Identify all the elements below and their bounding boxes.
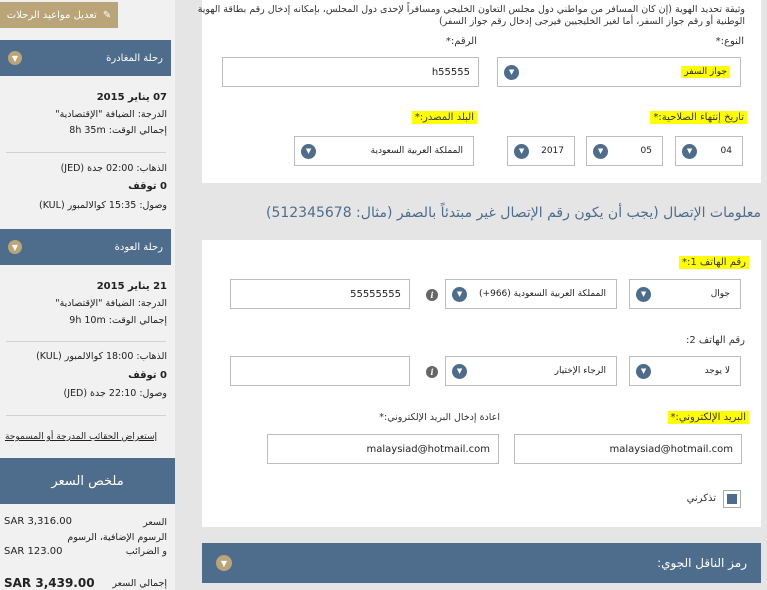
fees-label-cont: و الضرائب [125, 546, 167, 557]
return-header-label: رحلة العودة [114, 241, 163, 253]
edit-flights-label: تعديل مواعيد الرحلات [6, 9, 97, 21]
divider [6, 341, 166, 342]
departure-header-label: رحلة المغادرة [106, 52, 163, 64]
email-label-text: البريد الإلكتروني:* [667, 411, 749, 424]
fare-label: السعر [143, 517, 167, 528]
return-total-time: إجمالي الوقت: 9h 10m [69, 315, 167, 326]
return-arrival: وصول: 22:10 جدة (JED) [63, 388, 167, 399]
document-number-value: h55555 [431, 66, 470, 78]
phone2-label: رقم الهاتف 2: [686, 335, 745, 346]
return-stops: 0 توقف [128, 370, 167, 381]
chevron-down-icon: ▼ [682, 143, 697, 159]
pencil-icon: ✎ [102, 9, 112, 21]
expiry-month-select[interactable]: 05 ▼ [586, 136, 663, 166]
phone2-type-value: لا يوجد [704, 366, 730, 376]
chevron-down-icon: ▼ [216, 555, 232, 571]
phone2-type-select[interactable]: لا يوجد ▼ [629, 356, 741, 386]
fare-value: SAR 3,316.00 [4, 516, 73, 527]
info-icon[interactable]: i [426, 366, 438, 378]
flight-summary-sidebar: ✎ تعديل مواعيد الرحلات ▼ رحلة المغادرة 0… [0, 0, 175, 590]
document-type-value: جواز السفر [519, 66, 734, 78]
phone1-number-input[interactable]: 55555555 [230, 279, 410, 309]
expiry-date-label: تاريخ إنتهاء الصلاحية:* [650, 111, 747, 124]
chevron-down-icon: ▼ [504, 64, 519, 80]
chevron-down-icon: ▼ [593, 143, 608, 159]
phone2-country-value: الرجاء الإختيار [554, 366, 606, 376]
return-class: الدرجة: الضيافة "الإقتصادية" [55, 298, 167, 309]
expiry-month-value: 05 [640, 146, 652, 156]
phone1-country-value: المملكة العربية السعودية (966+) [479, 289, 606, 299]
remember-me-label: تذكرني [686, 493, 716, 504]
document-type-value-text: جواز السفر [681, 66, 730, 78]
email-label: البريد الإلكتروني:* [667, 411, 749, 424]
issuing-country-value: المملكة العربية السعودية [370, 146, 463, 156]
departure-arrival: وصول: 15:35 كوالالمبور (KUL) [38, 200, 167, 211]
phone1-type-select[interactable]: جوال ▼ [629, 279, 741, 309]
document-type-select[interactable]: جواز السفر ▼ [497, 57, 741, 87]
document-type-label: النوع:* [715, 36, 744, 47]
email-confirm-value: malaysiad@hotmail.com [366, 443, 491, 455]
expiry-day-select[interactable]: 04 ▼ [675, 136, 743, 166]
issuing-country-label: البلد المصدر:* [411, 111, 477, 124]
departure-header[interactable]: ▼ رحلة المغادرة [0, 40, 171, 76]
phone1-label: رقم الهاتف 1:* [679, 256, 749, 269]
divider [6, 415, 166, 416]
departure-class: الدرجة: الضيافة "الإقتصادية" [55, 109, 167, 120]
issuing-country-select[interactable]: المملكة العربية السعودية ▼ [294, 136, 474, 166]
edit-flights-button[interactable]: ✎ تعديل مواعيد الرحلات [0, 2, 118, 28]
return-header[interactable]: ▼ رحلة العودة [0, 229, 171, 265]
return-date: 21 يناير 2015 [96, 281, 167, 292]
total-price-label: إجمالي السعر [112, 578, 167, 589]
chevron-down-icon: ▼ [8, 51, 22, 65]
email-value: malaysiad@hotmail.com [609, 443, 734, 455]
phone2-number-input[interactable] [230, 356, 410, 386]
chevron-down-icon: ▼ [514, 143, 529, 159]
email-confirm-label: اعادة إدخال البريد الإلكتروني:* [379, 412, 500, 423]
chevron-down-icon: ▼ [452, 363, 467, 379]
checkbox-fill [727, 494, 737, 504]
phone1-country-select[interactable]: المملكة العربية السعودية (966+) ▼ [445, 279, 617, 309]
expiry-year-value: 2017 [541, 146, 564, 156]
expiry-year-select[interactable]: 2017 ▼ [507, 136, 575, 166]
departure-date: 07 يناير 2015 [96, 92, 167, 103]
contact-section-title: معلومات الإتصال (يجب أن يكون رقم الإتصال… [265, 205, 761, 221]
email-confirm-input[interactable]: malaysiad@hotmail.com [267, 434, 499, 464]
carrier-code-title: رمز الناقل الجوي: [657, 556, 747, 570]
phone2-country-select[interactable]: الرجاء الإختيار ▼ [445, 356, 617, 386]
issuing-country-label-text: البلد المصدر:* [411, 111, 477, 124]
return-leg: الذهاب: 18:00 كوالالمبور (KUL) [36, 351, 167, 362]
phone1-number-value: 55555555 [350, 288, 401, 300]
fees-value: SAR 123.00 [4, 546, 63, 557]
phone1-type-value: جوال [710, 289, 730, 299]
remember-me-checkbox[interactable] [723, 490, 741, 508]
total-price-value: SAR 3,439.00 [4, 576, 95, 590]
chevron-down-icon: ▼ [636, 286, 651, 302]
departure-leg: الذهاب: 02:00 جدة (JED) [60, 163, 167, 174]
document-number-label: الرقم:* [445, 36, 477, 47]
divider [6, 152, 166, 153]
identity-note-line2: الوطنية أو رقم جواز السفر، أما لغير الخل… [438, 16, 745, 27]
price-summary-header: ملخص السعر [0, 458, 175, 504]
departure-total-time: إجمالي الوقت: 8h 35m [69, 125, 167, 136]
chevron-down-icon: ▼ [8, 240, 22, 254]
document-number-input[interactable]: h55555 [222, 57, 479, 87]
fees-label: الرسوم الإضافية، الرسوم [67, 532, 167, 543]
carrier-code-section-header[interactable]: رمز الناقل الجوي: ▼ [202, 543, 761, 583]
identity-note-line1: وثيقة تحديد الهوية (إن كان المسافر من مو… [197, 4, 745, 15]
departure-stops: 0 توقف [128, 181, 167, 192]
expiry-day-value: 04 [720, 146, 732, 156]
chevron-down-icon: ▼ [636, 363, 651, 379]
expiry-date-label-text: تاريخ إنتهاء الصلاحية:* [650, 111, 747, 124]
baggage-link[interactable]: إستعراض الحقائب المدرجة أو المسموحة [5, 432, 157, 442]
info-icon[interactable]: i [426, 289, 438, 301]
chevron-down-icon: ▼ [452, 286, 467, 302]
email-input[interactable]: malaysiad@hotmail.com [514, 434, 742, 464]
phone1-label-text: رقم الهاتف 1:* [679, 256, 749, 269]
chevron-down-icon: ▼ [301, 143, 316, 159]
